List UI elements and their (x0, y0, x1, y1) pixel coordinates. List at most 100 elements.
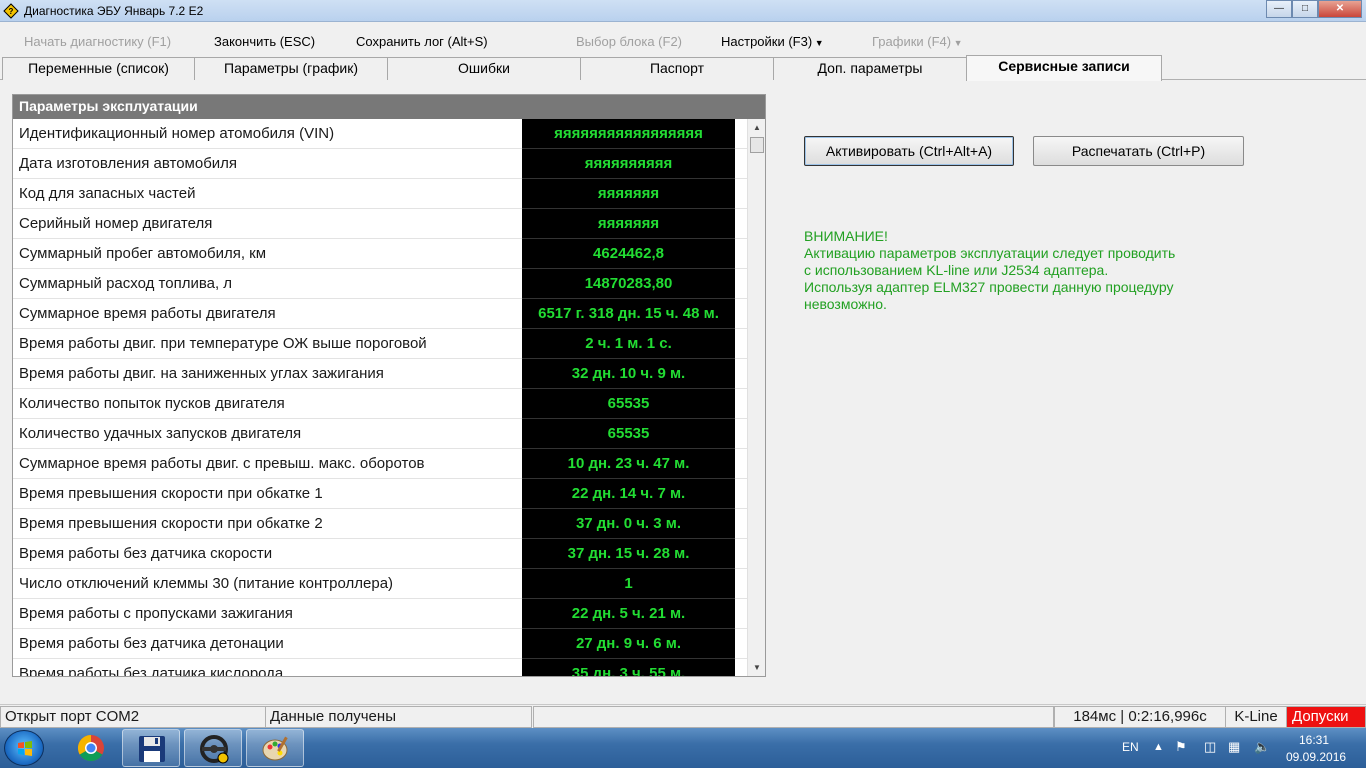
operation-parameters-panel: Параметры эксплуатации Идентификационный… (12, 94, 766, 677)
taskbar: EN ▲ ⚑ ◫ ▦ 🔈 16:31 09.09.2016 (0, 728, 1366, 768)
window-controls: — □ ✕ (1266, 0, 1362, 18)
clock-date[interactable]: 09.09.2016 (1286, 750, 1346, 764)
table-row: Число отключений клеммы 30 (питание конт… (13, 569, 747, 599)
settings-label: Настройки (F3) (721, 34, 813, 49)
close-button[interactable]: ✕ (1318, 0, 1362, 18)
tab-additional-parameters[interactable]: Доп. параметры (773, 57, 967, 80)
warning-line: невозможно. (804, 296, 887, 312)
row-value: яяяяяяя (522, 179, 735, 209)
show-hidden-icons-icon[interactable]: ▲ (1153, 741, 1164, 753)
clock-time[interactable]: 16:31 (1299, 733, 1329, 747)
row-label: Суммарный расход топлива, л (19, 275, 233, 292)
minimize-button[interactable]: — (1266, 0, 1292, 18)
status-timing: 184мс | 0:2:16,996с (1054, 706, 1226, 728)
row-value: 2 ч. 1 м. 1 с. (522, 329, 735, 359)
network-icon[interactable]: ▦ (1228, 739, 1240, 755)
svg-text:?: ? (9, 7, 14, 16)
maximize-button[interactable]: □ (1292, 0, 1318, 18)
scroll-up-icon[interactable]: ▲ (748, 119, 765, 136)
table-row: Время работы без датчика скорости 37 дн. … (13, 539, 747, 569)
window-title: Диагностика ЭБУ Январь 7.2 E2 (24, 4, 204, 18)
row-label: Время работы без датчика скорости (19, 545, 273, 562)
row-label: Время превышения скорости при обкатке 1 (19, 485, 323, 502)
row-label: Серийный номер двигателя (19, 215, 213, 232)
table-row: Время работы с пропусками зажигания 22 дн… (13, 599, 747, 629)
row-value: яяяяяяяяяяяяяяяяя (522, 119, 735, 149)
scroll-thumb[interactable] (750, 137, 764, 153)
save-log-button[interactable]: Сохранить лог (Alt+S) (356, 34, 488, 49)
paint-taskbar-button[interactable] (246, 729, 304, 767)
device-icon[interactable]: ◫ (1204, 739, 1216, 755)
table-row: Идентификационный номер атомобиля (VIN) я… (13, 119, 747, 149)
tab-passport[interactable]: Паспорт (580, 57, 774, 80)
print-button[interactable]: Распечатать (Ctrl+P) (1033, 136, 1244, 166)
table-row: Количество удачных запусков двигателя 655… (13, 419, 747, 449)
row-label: Время работы с пропусками зажигания (19, 605, 293, 622)
vertical-scrollbar[interactable]: ▲ ▼ (747, 119, 765, 676)
row-label: Время работы двиг. при температуре ОЖ вы… (19, 335, 427, 352)
row-label: Время превышения скорости при обкатке 2 (19, 515, 323, 532)
steering-wheel-icon (200, 735, 229, 764)
table-row: Время работы двиг. на заниженных углах з… (13, 359, 747, 389)
row-value: 27 дн. 9 ч. 6 м. (522, 629, 735, 659)
tab-variables-list[interactable]: Переменные (список) (2, 57, 195, 80)
toolbar: Начать диагностику (F1) Закончить (ESC) … (0, 30, 1366, 52)
status-bar: Открыт порт COM2 Данные получены 184мс |… (0, 704, 1366, 728)
paint-palette-icon (262, 736, 288, 761)
warning-message: ВНИМАНИЕ! Активацию параметров эксплуата… (804, 228, 1175, 313)
tab-errors[interactable]: Ошибки (387, 57, 581, 80)
row-label: Число отключений клеммы 30 (питание конт… (19, 575, 394, 592)
tab-parameters-graph[interactable]: Параметры (график) (194, 57, 388, 80)
table-row: Время работы без датчика кислорода 35 дн.… (13, 659, 747, 676)
row-label: Время работы двиг. на заниженных углах з… (19, 365, 384, 382)
row-value: 37 дн. 0 ч. 3 м. (522, 509, 735, 539)
graphs-menu[interactable]: Графики (F4) ▼ (872, 34, 963, 49)
row-value: 65535 (522, 389, 735, 419)
chevron-down-icon: ▼ (812, 38, 824, 48)
row-value: 32 дн. 10 ч. 9 м. (522, 359, 735, 389)
start-button[interactable] (4, 730, 44, 766)
row-value: 1 (522, 569, 735, 599)
diagnostics-taskbar-button[interactable] (184, 729, 242, 767)
row-label: Время работы без датчика кислорода (19, 665, 284, 676)
table-row: Суммарный пробег автомобиля, км 4624462,8 (13, 239, 747, 269)
warning-line: Используя адаптер ELM327 провести данную… (804, 279, 1174, 295)
language-indicator[interactable]: EN (1122, 740, 1139, 754)
flag-icon[interactable]: ⚑ (1175, 739, 1187, 755)
status-line: K-Line (1225, 706, 1287, 728)
windows-logo-icon (18, 741, 32, 756)
row-label: Количество удачных запусков двигателя (19, 425, 302, 442)
row-value: яяяяяяя (522, 209, 735, 239)
panel-header: Параметры эксплуатации (13, 95, 765, 119)
row-value: 22 дн. 14 ч. 7 м. (522, 479, 735, 509)
table-row: Суммарное время работы двиг. с превыш. м… (13, 449, 747, 479)
row-value: 4624462,8 (522, 239, 735, 269)
volume-icon[interactable]: 🔈 (1254, 739, 1270, 755)
save-app-taskbar-button[interactable] (122, 729, 180, 767)
row-value: 37 дн. 15 ч. 28 м. (522, 539, 735, 569)
chrome-taskbar-button[interactable] (62, 729, 120, 767)
graphs-label: Графики (F4) (872, 34, 952, 49)
table-row: Серийный номер двигателя яяяяяяя (13, 209, 747, 239)
scroll-down-icon[interactable]: ▼ (748, 659, 765, 676)
table-row: Время работы без датчика детонации 27 дн.… (13, 629, 747, 659)
row-label: Дата изготовления автомобиля (19, 155, 238, 172)
table-row: Время работы двиг. при температуре ОЖ вы… (13, 329, 747, 359)
row-value: 6517 г. 318 дн. 15 ч. 48 м. (522, 299, 735, 329)
status-data: Данные получены (265, 706, 532, 728)
activate-button[interactable]: Активировать (Ctrl+Alt+A) (804, 136, 1014, 166)
start-diagnostics-button[interactable]: Начать диагностику (F1) (24, 34, 171, 49)
table-row: Код для запасных частей яяяяяяя (13, 179, 747, 209)
select-block-button[interactable]: Выбор блока (F2) (576, 34, 682, 49)
status-tolerance-badge[interactable]: Допуски (1286, 706, 1366, 728)
table-row: Дата изготовления автомобиля яяяяяяяяяя (13, 149, 747, 179)
parameters-list: Идентификационный номер атомобиля (VIN) я… (13, 119, 747, 676)
tab-service-records[interactable]: Сервисные записи (966, 55, 1162, 81)
row-label: Суммарное время работы двигателя (19, 305, 276, 322)
chrome-icon (77, 734, 104, 762)
status-empty (533, 706, 1054, 728)
settings-menu[interactable]: Настройки (F3) ▼ (721, 34, 824, 49)
finish-button[interactable]: Закончить (ESC) (214, 34, 315, 49)
title-bar: ? Диагностика ЭБУ Январь 7.2 E2 — □ ✕ (0, 0, 1366, 22)
row-value: 22 дн. 5 ч. 21 м. (522, 599, 735, 629)
